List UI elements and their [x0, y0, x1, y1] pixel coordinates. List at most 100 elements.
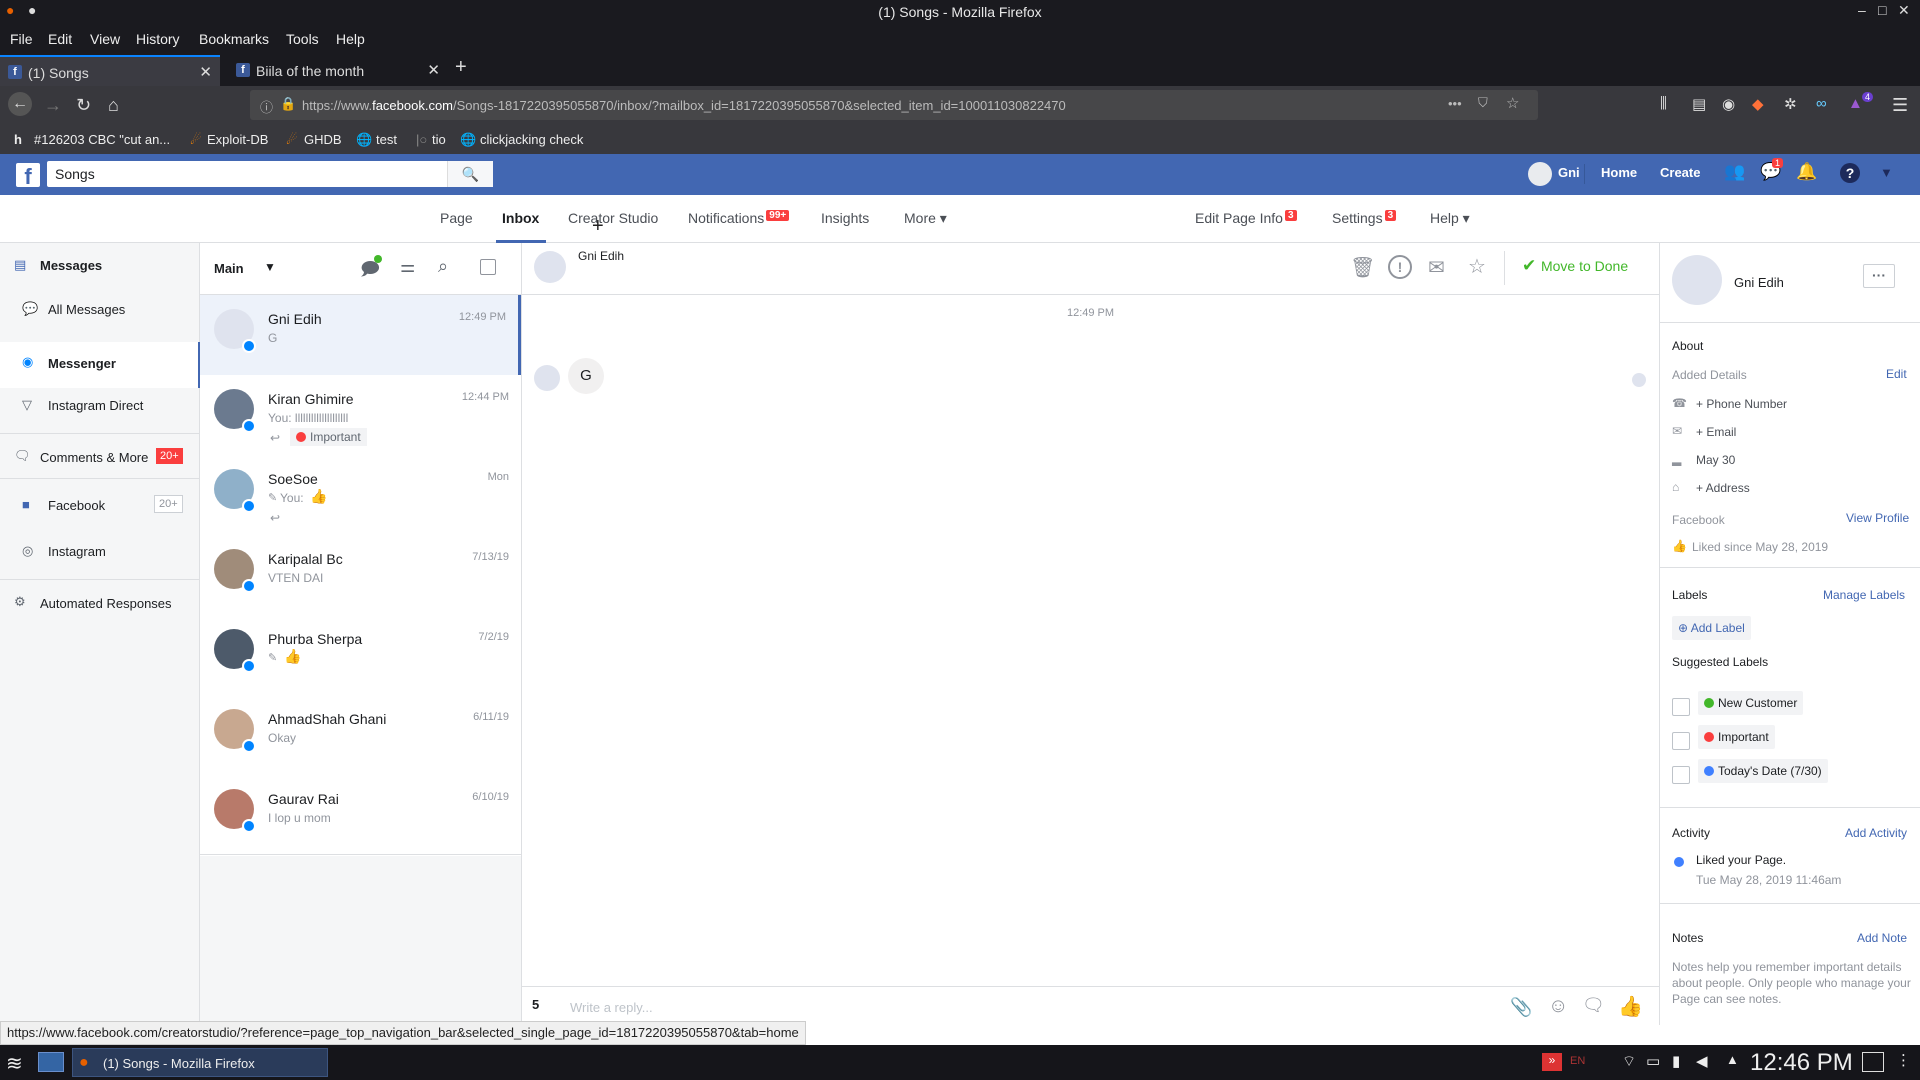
conversation-item[interactable]: Gaurav Rai 6/10/19 I lop u mom — [200, 775, 521, 855]
filter-dropdown[interactable]: Main — [214, 261, 244, 276]
nav-insights[interactable]: Insights — [821, 210, 869, 226]
bookmark-clickjacking[interactable]: clickjacking check — [480, 132, 583, 147]
workspace-icon[interactable] — [38, 1052, 64, 1072]
nav-settings[interactable]: Settings 3 — [1332, 210, 1397, 226]
friends-icon[interactable]: 👥 — [1724, 162, 1745, 182]
manage-labels-link[interactable]: Manage Labels — [1823, 588, 1905, 602]
search-icon[interactable]: 🔍 — [447, 161, 493, 187]
extension-fox-icon[interactable]: ◆ — [1752, 95, 1764, 113]
view-profile-link[interactable]: View Profile — [1846, 511, 1909, 525]
facebook-search-input[interactable]: Songs 🔍 — [47, 161, 493, 187]
back-icon[interactable]: ← — [8, 92, 32, 116]
add-label-button[interactable]: ⊕ Add Label — [1672, 616, 1751, 640]
menu-help[interactable]: Help — [336, 31, 365, 47]
menu-edit[interactable]: Edit — [48, 31, 72, 47]
spam-icon[interactable]: ! — [1388, 255, 1412, 279]
user-name[interactable]: Gni — [1558, 165, 1580, 180]
reply-input[interactable]: Write a reply... — [570, 1000, 653, 1015]
tray-expand-icon[interactable]: ▲ — [1726, 1052, 1739, 1067]
sidebar-item-instagram-direct[interactable]: ▽ Instagram Direct — [0, 395, 200, 425]
select-all-checkbox[interactable] — [480, 259, 496, 275]
account-icon[interactable]: ◉ — [1722, 95, 1735, 113]
nav-notifications[interactable]: Notifications 99+ — [688, 210, 790, 226]
clipboard-icon[interactable]: ▮ — [1672, 1052, 1680, 1070]
tab-songs[interactable]: f (1) Songs ✕ — [0, 55, 220, 86]
conversation-item[interactable]: Kiran Ghimire 12:44 PM You: llllllllllll… — [200, 375, 521, 455]
taskbar-window-firefox[interactable]: ● (1) Songs - Mozilla Firefox — [72, 1048, 328, 1077]
label-important[interactable]: Important — [1698, 725, 1775, 749]
contact-name[interactable]: Gni Edih — [1734, 275, 1784, 290]
power-icon[interactable]: ⋮ — [1896, 1051, 1911, 1069]
filter-sliders-icon[interactable]: ⚌ — [400, 257, 415, 277]
home-link[interactable]: Home — [1601, 165, 1637, 180]
sidebar-item-instagram[interactable]: ◎ Instagram — [0, 541, 200, 571]
account-dropdown-icon[interactable]: ▼ — [1880, 165, 1893, 180]
extension-infinity-icon[interactable]: ∞ — [1816, 95, 1827, 112]
user-avatar[interactable] — [1528, 162, 1552, 186]
forward-icon[interactable]: → — [44, 95, 62, 116]
bookmark-test[interactable]: test — [376, 132, 397, 147]
battery-icon[interactable]: ▭ — [1646, 1052, 1660, 1070]
extension-gear-icon[interactable]: ✲ — [1784, 95, 1797, 113]
star-icon[interactable]: ☆ — [1468, 254, 1486, 279]
nav-creator-studio[interactable]: Creator Studio — [568, 210, 658, 226]
add-note-link[interactable]: Add Note — [1857, 931, 1907, 945]
facebook-logo-icon[interactable]: f — [16, 163, 40, 189]
maximize-button[interactable]: □ — [1878, 2, 1886, 18]
bookmark-ghdb[interactable]: GHDB — [304, 132, 342, 147]
label-new-customer[interactable]: New Customer — [1698, 691, 1804, 715]
add-activity-link[interactable]: Add Activity — [1845, 826, 1907, 840]
conversation-item[interactable]: Gni Edih 12:49 PM G — [200, 295, 521, 375]
conversation-item[interactable]: AhmadShah Ghani 6/11/19 Okay — [200, 695, 521, 775]
close-tab-icon[interactable]: ✕ — [199, 63, 212, 81]
move-to-done-button[interactable]: ✔ Move to Done — [1522, 256, 1628, 276]
home-icon[interactable]: ⌂ — [108, 95, 119, 116]
bookmark-exploit-db[interactable]: Exploit-DB — [207, 132, 268, 147]
create-link[interactable]: Create — [1660, 165, 1700, 180]
nav-inbox[interactable]: Inbox — [502, 210, 539, 226]
trash-icon[interactable]: 🗑 — [1350, 255, 1375, 280]
add-phone-link[interactable]: + Phone Number — [1696, 397, 1787, 411]
reload-icon[interactable]: ↻ — [76, 95, 91, 116]
menu-bookmarks[interactable]: Bookmarks — [199, 31, 269, 47]
minimize-button[interactable]: – — [1858, 2, 1866, 18]
sidebar-item-automated-responses[interactable]: ⚙ Automated Responses — [0, 579, 200, 625]
new-tab-icon[interactable]: + — [455, 56, 467, 87]
bookmark-star-icon[interactable]: ☆ — [1506, 94, 1519, 112]
menu-history[interactable]: History — [136, 31, 180, 47]
menu-file[interactable]: File — [10, 31, 33, 47]
close-window-button[interactable]: ✕ — [1898, 2, 1910, 19]
sidebar-item-messenger[interactable]: ◉ Messenger — [0, 342, 200, 388]
page-actions-icon[interactable]: ••• — [1448, 96, 1462, 111]
mail-icon[interactable]: ✉ — [1428, 255, 1445, 280]
nav-page[interactable]: Page — [440, 210, 473, 226]
conversation-item[interactable]: SoeSoe Mon You: ✎ 👍 ↩ — [200, 455, 521, 535]
sidebar-item-all-messages[interactable]: 💬 All Messages — [0, 299, 200, 329]
sidebar-header-comments[interactable]: 🗨 Comments & More 20+ — [0, 433, 200, 479]
emoji-icon[interactable]: ☺ — [1548, 995, 1568, 1018]
add-address-link[interactable]: + Address — [1696, 481, 1750, 495]
more-options-icon[interactable]: ··· — [1863, 264, 1895, 288]
extension-hat-icon[interactable]: ▲ — [1848, 95, 1863, 112]
kali-menu-icon[interactable]: ≋ — [6, 1051, 23, 1076]
chat-contact-name[interactable]: Gni Edih — [578, 249, 624, 263]
pocket-icon[interactable]: ⛉ — [1478, 95, 1488, 111]
label-todays-date[interactable]: Today's Date (7/30) — [1698, 759, 1828, 783]
attachment-icon[interactable]: 📎 — [1510, 997, 1532, 1018]
add-email-link[interactable]: + Email — [1696, 425, 1736, 439]
show-desktop-icon[interactable] — [1862, 1052, 1884, 1072]
volume-icon[interactable]: ◀ — [1696, 1052, 1708, 1070]
bookmark-tio[interactable]: tio — [432, 132, 446, 147]
nav-edit-page-info[interactable]: Edit Page Info 3 — [1195, 210, 1297, 226]
conversation-item[interactable]: Phurba Sherpa 7/2/19 ✎ 👍 — [200, 615, 521, 695]
saved-replies-icon[interactable]: 🗨 — [1582, 995, 1605, 1016]
conversation-item[interactable]: Karipalal Bc 7/13/19 VTEN DAI — [200, 535, 521, 615]
menu-view[interactable]: View — [90, 31, 120, 47]
help-icon[interactable]: ? — [1840, 163, 1860, 183]
wifi-icon[interactable]: ⌔ — [1622, 1052, 1636, 1071]
library-icon[interactable]: ⫼ — [1660, 95, 1667, 112]
hamburger-menu-icon[interactable]: ☰ — [1892, 95, 1908, 116]
bookmark-cbc[interactable]: #126203 CBC "cut an... — [34, 132, 170, 147]
info-icon[interactable]: ⓘ — [260, 97, 273, 116]
nav-help[interactable]: Help ▾ — [1430, 210, 1470, 227]
